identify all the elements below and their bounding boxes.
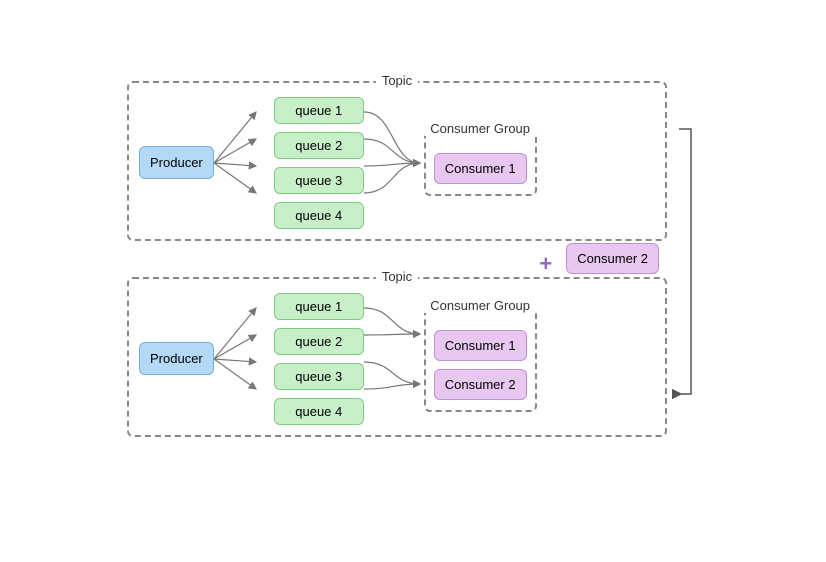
diagram2-producer-arrows — [214, 294, 274, 424]
standalone-consumer2: Consumer 2 — [566, 243, 659, 274]
diagram2-outer-box: Topic Producer — [127, 277, 667, 437]
diagram2-consumer-group-label: Consumer Group — [424, 298, 536, 313]
left-diagrams: Topic Producer — [127, 81, 667, 437]
diagram1: Topic Producer — [127, 81, 667, 241]
diagram2-topic-label: Topic — [376, 269, 418, 284]
diagram2-queue-2: queue 2 — [274, 328, 364, 355]
diagram1-consumer-group-label: Consumer Group — [424, 121, 536, 136]
diagram1-consumer-group: Consumer Group Consumer 1 — [424, 129, 537, 196]
diagram1-queue-arrows — [364, 98, 424, 228]
diagram2-queue-3: queue 3 — [274, 363, 364, 390]
plus-icon: + — [539, 251, 552, 277]
diagram1-producer: Producer — [139, 146, 214, 179]
diagram2-consumer-2: Consumer 2 — [434, 369, 527, 400]
diagram1-queues: queue 1 queue 2 queue 3 queue 4 — [274, 97, 364, 229]
diagram2-queues: queue 1 queue 2 queue 3 queue 4 — [274, 293, 364, 425]
diagram1-queue-1: queue 1 — [274, 97, 364, 124]
diagram1-queue-3: queue 3 — [274, 167, 364, 194]
bracket-svg — [671, 14, 699, 504]
diagram1-producer-arrows — [214, 98, 274, 228]
diagram2-consumer-group: Consumer Group Consumer 1 Consumer 2 — [424, 306, 537, 412]
main-container: Topic Producer — [3, 4, 823, 559]
diagram2-queue-4: queue 4 — [274, 398, 364, 425]
diagram2-queue-arrows — [364, 294, 424, 424]
diagram2-topic-inner: Producer — [139, 293, 655, 425]
diagram2-consumer-1: Consumer 1 — [434, 330, 527, 361]
diagram1-topic-inner: Producer — [139, 97, 655, 229]
diagram1-outer-box: Topic Producer — [127, 81, 667, 241]
diagram2: Topic Producer — [127, 277, 667, 437]
diagram1-topic-label: Topic — [376, 73, 418, 88]
diagram1-consumer-1: Consumer 1 — [434, 153, 527, 184]
diagram1-queue-4: queue 4 — [274, 202, 364, 229]
whole-layout: Topic Producer — [127, 14, 699, 504]
diagram2-queue-1: queue 1 — [274, 293, 364, 320]
diagram2-producer: Producer — [139, 342, 214, 375]
diagram1-queue-2: queue 2 — [274, 132, 364, 159]
